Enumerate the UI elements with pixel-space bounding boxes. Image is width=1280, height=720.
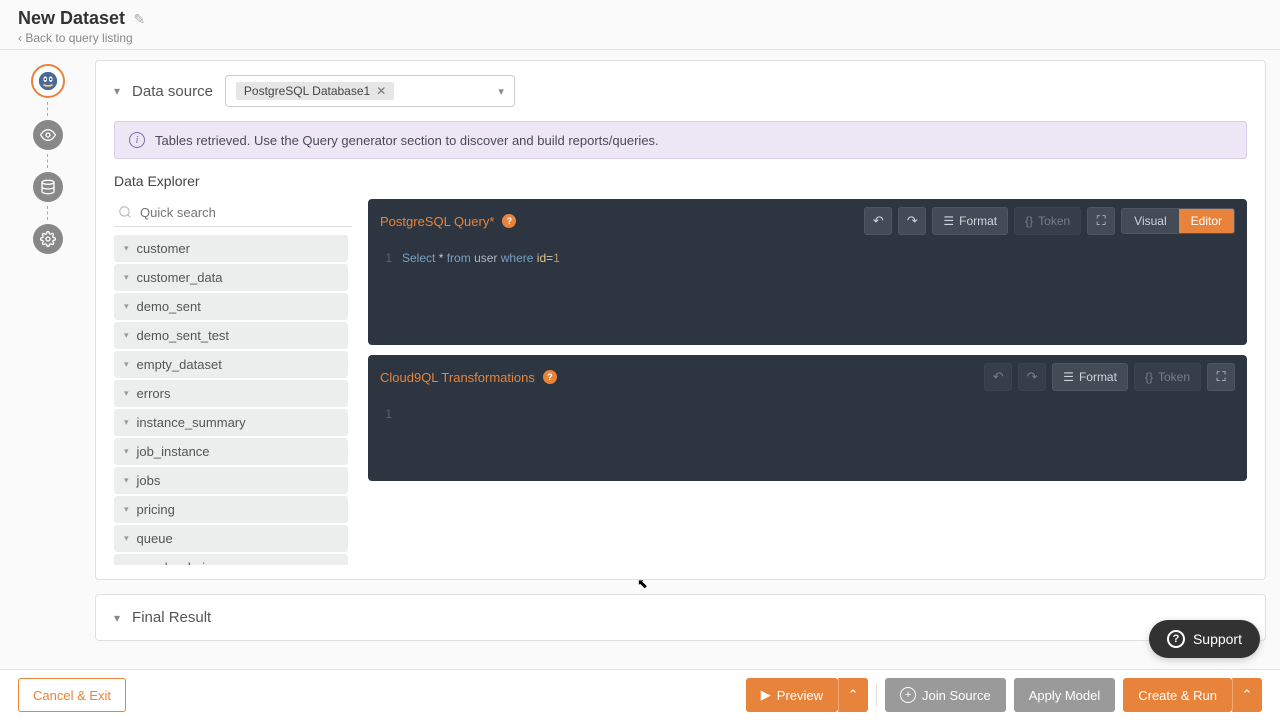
nav-database[interactable] <box>33 172 63 202</box>
final-result-panel: ▾ Final Result <box>95 594 1266 641</box>
table-name: empty_dataset <box>137 357 222 372</box>
dropdown-caret-icon: ▾ <box>498 85 504 98</box>
transform-title: Cloud9QL Transformations <box>380 370 535 385</box>
table-name: customer_data <box>137 270 223 285</box>
table-name: instance_summary <box>137 415 246 430</box>
format-button[interactable]: ☰ Format <box>1052 363 1128 391</box>
table-item[interactable]: ▾ instance_summary <box>114 409 348 436</box>
datasource-label: Data source <box>132 83 213 100</box>
datasource-chip: PostgreSQL Database1 ✕ <box>236 82 394 100</box>
line-number: 1 <box>368 251 402 265</box>
search-input[interactable] <box>114 199 352 227</box>
info-icon: i <box>129 132 145 148</box>
expand-icon: ▾ <box>124 359 129 370</box>
datasource-select[interactable]: PostgreSQL Database1 ✕ ▾ <box>225 75 515 107</box>
preview-button[interactable]: ▶ Preview <box>746 678 838 712</box>
chevron-down-icon[interactable]: ▾ <box>114 84 120 98</box>
expand-icon: ▾ <box>124 330 129 341</box>
expand-icon: ▾ <box>124 562 129 565</box>
query-code-area[interactable]: 1 Select * from user where id=1 <box>368 243 1247 345</box>
mode-toggle: Visual Editor <box>1121 208 1235 234</box>
expand-icon: ▾ <box>124 446 129 457</box>
side-nav <box>0 50 95 580</box>
table-name: supply_chain <box>137 560 213 565</box>
table-item[interactable]: ▾ empty_dataset <box>114 351 348 378</box>
query-editor-panel: PostgreSQL Query* ? ↶ ↷ ☰ Format {} Toke… <box>368 199 1247 345</box>
visual-tab[interactable]: Visual <box>1122 209 1178 233</box>
table-name: demo_sent_test <box>137 328 230 343</box>
info-text: Tables retrieved. Use the Query generato… <box>155 133 659 148</box>
fullscreen-button[interactable]: ⛶ <box>1087 207 1115 235</box>
datasource-chip-label: PostgreSQL Database1 <box>244 84 370 98</box>
apply-model-button[interactable]: Apply Model <box>1014 678 1116 712</box>
table-name: job_instance <box>137 444 210 459</box>
table-name: queue <box>137 531 173 546</box>
question-icon: ? <box>1167 630 1185 648</box>
table-list: ▾ customer ▾ customer_data ▾ demo_sent ▾ demo_s… <box>114 235 352 565</box>
back-link[interactable]: Back to query listing <box>18 31 1262 45</box>
line-number: 1 <box>368 407 402 421</box>
table-item[interactable]: ▾ demo_sent_test <box>114 322 348 349</box>
editor-tab[interactable]: Editor <box>1179 209 1234 233</box>
code-content: Select * from user where id=1 <box>402 251 1247 265</box>
format-button[interactable]: ☰ Format <box>932 207 1008 235</box>
table-item[interactable]: ▾ job_instance <box>114 438 348 465</box>
expand-icon: ▾ <box>124 243 129 254</box>
chevron-down-icon[interactable]: ▾ <box>114 611 120 625</box>
join-source-button[interactable]: + Join Source <box>885 678 1006 712</box>
page-title: New Dataset <box>18 8 125 29</box>
nav-settings[interactable] <box>33 224 63 254</box>
data-explorer-title: Data Explorer <box>114 173 1247 189</box>
table-item[interactable]: ▾ customer <box>114 235 348 262</box>
expand-icon: ▾ <box>124 301 129 312</box>
expand-icon: ▾ <box>124 504 129 515</box>
edit-icon[interactable]: ✎ <box>134 11 146 27</box>
create-run-dropdown[interactable]: ⌃ <box>1232 678 1262 712</box>
nav-logo[interactable] <box>31 64 65 98</box>
table-name: demo_sent <box>137 299 201 314</box>
help-icon[interactable]: ? <box>502 214 516 228</box>
transform-code-area[interactable]: 1 <box>368 399 1247 481</box>
final-result-title: Final Result <box>132 609 211 626</box>
table-item[interactable]: ▾ queue <box>114 525 348 552</box>
table-item[interactable]: ▾ customer_data <box>114 264 348 291</box>
datasource-panel: ▾ Data source PostgreSQL Database1 ✕ ▾ i… <box>95 60 1266 580</box>
table-name: errors <box>137 386 171 401</box>
help-icon[interactable]: ? <box>543 370 557 384</box>
create-run-button[interactable]: Create & Run <box>1123 678 1232 712</box>
search-icon <box>118 205 132 222</box>
table-name: pricing <box>137 502 175 517</box>
support-button[interactable]: ? Support <box>1149 620 1260 658</box>
info-banner: i Tables retrieved. Use the Query genera… <box>114 121 1247 159</box>
fullscreen-button[interactable]: ⛶ <box>1207 363 1235 391</box>
table-item[interactable]: ▾ pricing <box>114 496 348 523</box>
expand-icon: ▾ <box>124 475 129 486</box>
preview-dropdown[interactable]: ⌃ <box>838 678 868 712</box>
undo-button: ↶ <box>984 363 1012 391</box>
transform-editor-panel: Cloud9QL Transformations ? ↶ ↷ ☰ Format … <box>368 355 1247 481</box>
table-item[interactable]: ▾ demo_sent <box>114 293 348 320</box>
table-name: customer <box>137 241 190 256</box>
token-button: {} Token <box>1134 363 1201 391</box>
expand-icon: ▾ <box>124 533 129 544</box>
cancel-button[interactable]: Cancel & Exit <box>18 678 126 712</box>
table-item[interactable]: ▾ jobs <box>114 467 348 494</box>
expand-icon: ▾ <box>124 417 129 428</box>
token-button: {} Token <box>1014 207 1081 235</box>
nav-preview[interactable] <box>33 120 63 150</box>
table-item[interactable]: ▾ errors <box>114 380 348 407</box>
expand-icon: ▾ <box>124 272 129 283</box>
expand-icon: ▾ <box>124 388 129 399</box>
query-title: PostgreSQL Query* <box>380 214 494 229</box>
table-name: jobs <box>137 473 161 488</box>
remove-datasource-icon[interactable]: ✕ <box>376 84 386 98</box>
redo-button: ↷ <box>1018 363 1046 391</box>
footer: Cancel & Exit ▶ Preview ⌃ + Join Source … <box>0 669 1280 720</box>
table-item[interactable]: ▾ supply_chain <box>114 554 348 565</box>
undo-button[interactable]: ↶ <box>864 207 892 235</box>
redo-button[interactable]: ↷ <box>898 207 926 235</box>
